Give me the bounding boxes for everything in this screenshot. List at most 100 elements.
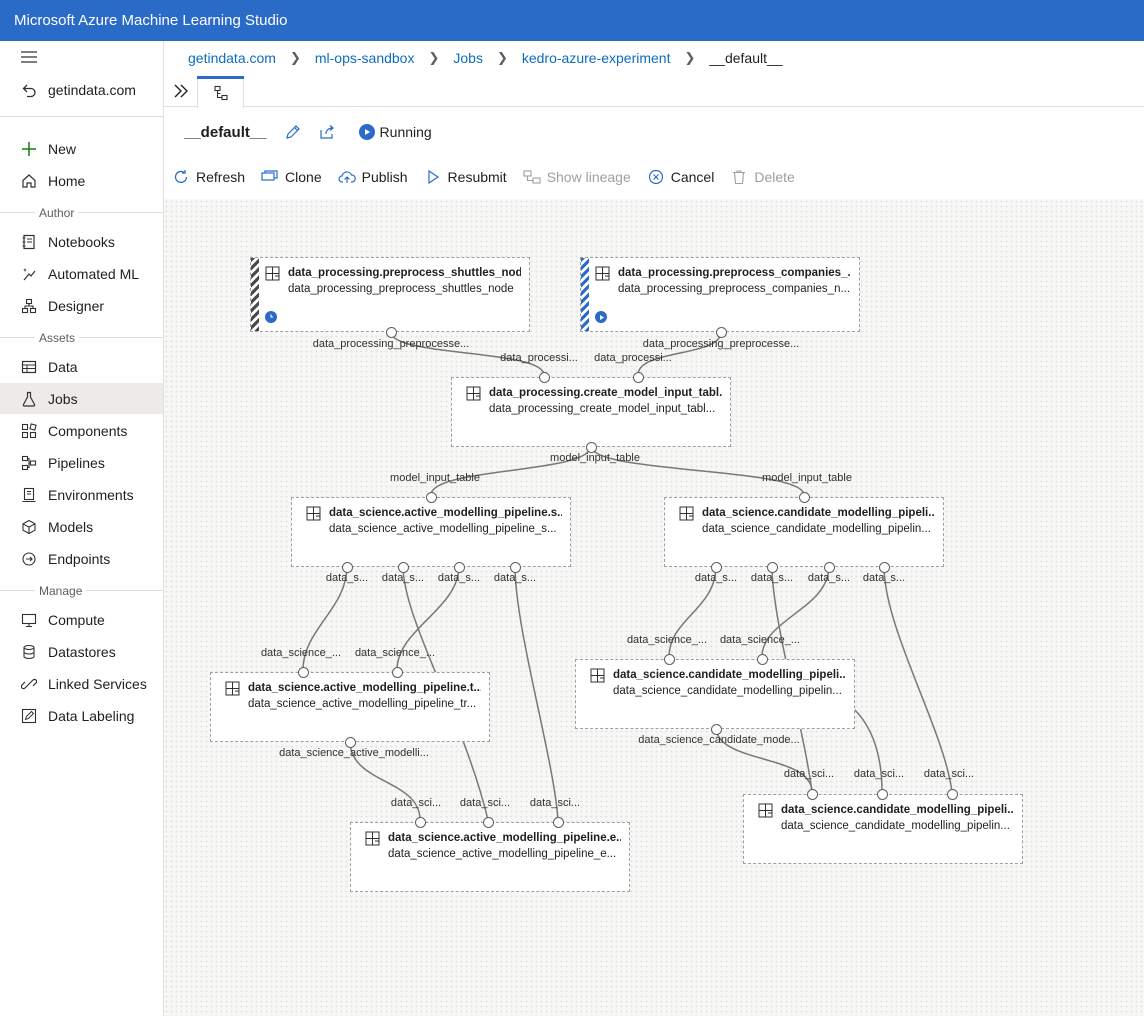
output-port[interactable] xyxy=(766,561,778,573)
sidebar-item-label: Linked Services xyxy=(48,675,147,692)
cloud-upload-icon xyxy=(338,168,356,186)
sidebar-item-label: Automated ML xyxy=(48,265,140,282)
sidebar-item-label: Pipelines xyxy=(48,454,105,471)
breadcrumb-experiment[interactable]: kedro-azure-experiment xyxy=(522,50,671,66)
breadcrumb-resource-group[interactable]: ml-ops-sandbox xyxy=(315,50,415,66)
sidebar-item-label: Data Labeling xyxy=(48,707,135,724)
edit-title-button[interactable] xyxy=(285,124,301,140)
output-port[interactable] xyxy=(344,736,356,748)
tab-graph[interactable] xyxy=(197,76,244,108)
pipeline-node-candidate-train[interactable]: data_science.candidate_modelling_pipeli.… xyxy=(575,659,855,729)
sidebar-item-notebooks[interactable]: Notebooks xyxy=(0,226,163,257)
node-subtitle: data_processing_create_model_input_tabl.… xyxy=(489,403,716,415)
output-port[interactable] xyxy=(878,561,890,573)
port-label: data_sci... xyxy=(923,768,975,780)
output-port[interactable] xyxy=(509,561,521,573)
input-port[interactable] xyxy=(414,816,426,828)
cancel-button[interactable]: Cancel xyxy=(647,168,714,186)
sidebar-divider xyxy=(0,212,163,213)
clone-button[interactable]: Clone xyxy=(261,168,322,186)
link-icon xyxy=(20,675,38,693)
port-label: data_sci... xyxy=(390,797,442,809)
pipeline-node-candidate-eval[interactable]: data_science.candidate_modelling_pipeli.… xyxy=(743,794,1023,864)
sidebar-item-jobs[interactable]: Jobs xyxy=(0,383,163,414)
pipeline-node-preprocess-shuttles[interactable]: data_processing.preprocess_shuttles_node… xyxy=(250,257,530,332)
input-port[interactable] xyxy=(297,666,309,678)
port-label: data_sci... xyxy=(783,768,835,780)
sidebar-back-workspace[interactable]: getindata.com xyxy=(0,74,163,105)
sidebar-item-designer[interactable]: Designer xyxy=(0,290,163,321)
output-port[interactable] xyxy=(715,326,727,338)
output-port[interactable] xyxy=(823,561,835,573)
pipeline-node-active-eval[interactable]: data_science.active_modelling_pipeline.e… xyxy=(350,822,630,892)
input-port[interactable] xyxy=(756,653,768,665)
delete-button[interactable]: Delete xyxy=(730,168,795,186)
input-port[interactable] xyxy=(538,371,550,383)
sidebar-item-models[interactable]: Models xyxy=(0,511,163,542)
output-port[interactable] xyxy=(453,561,465,573)
breadcrumb-workspace[interactable]: getindata.com xyxy=(188,50,276,66)
sidebar-item-new[interactable]: New xyxy=(0,133,163,164)
sidebar-item-pipelines[interactable]: Pipelines xyxy=(0,447,163,478)
sidebar-item-label: Datastores xyxy=(48,643,116,660)
components-icon xyxy=(20,422,38,440)
port-label: model_input_table xyxy=(390,472,480,484)
clock-icon xyxy=(265,311,277,323)
sidebar-item-automated-ml[interactable]: Automated ML xyxy=(0,258,163,289)
sidebar-item-endpoints[interactable]: Endpoints xyxy=(0,543,163,574)
input-port[interactable] xyxy=(552,816,564,828)
refresh-button[interactable]: Refresh xyxy=(172,168,245,186)
pipeline-node-active-train[interactable]: data_science.active_modelling_pipeline.t… xyxy=(210,672,490,742)
node-title: data_science.candidate_modelling_pipeli.… xyxy=(613,669,846,681)
node-subtitle: data_science_candidate_modelling_pipelin… xyxy=(781,820,1010,832)
show-lineage-button[interactable]: Show lineage xyxy=(523,168,631,186)
resubmit-button[interactable]: Resubmit xyxy=(424,168,507,186)
sidebar-item-datastores[interactable]: Datastores xyxy=(0,636,163,667)
port-label: data_sci... xyxy=(459,797,511,809)
sidebar-item-data-labeling[interactable]: Data Labeling xyxy=(0,700,163,731)
input-port[interactable] xyxy=(946,788,958,800)
input-port[interactable] xyxy=(632,371,644,383)
sidebar-item-components[interactable]: Components xyxy=(0,415,163,446)
sidebar-item-environments[interactable]: Environments xyxy=(0,479,163,510)
chevron-right-icon: ❯ xyxy=(496,49,508,65)
sidebar-item-compute[interactable]: Compute xyxy=(0,604,163,635)
home-icon xyxy=(20,172,38,190)
pipeline-graph-icon xyxy=(213,85,228,100)
show-lineage-label: Show lineage xyxy=(546,169,631,185)
output-port[interactable] xyxy=(585,441,597,453)
pipeline-node-create-model-input-table[interactable]: data_processing.create_model_input_tabl.… xyxy=(451,377,731,447)
pipeline-canvas[interactable]: data_processing.preprocess_shuttles_node… xyxy=(164,199,1144,1016)
sidebar-item-linked-services[interactable]: Linked Services xyxy=(0,668,163,699)
input-port[interactable] xyxy=(391,666,403,678)
data-icon xyxy=(20,358,38,376)
input-port[interactable] xyxy=(798,491,810,503)
app-title: Microsoft Azure Machine Learning Studio xyxy=(14,12,288,29)
sidebar-item-data[interactable]: Data xyxy=(0,351,163,382)
sidebar-item-label: Data xyxy=(48,358,78,375)
publish-button[interactable]: Publish xyxy=(338,168,408,186)
input-port[interactable] xyxy=(425,491,437,503)
input-port[interactable] xyxy=(806,788,818,800)
menu-toggle-button[interactable] xyxy=(0,41,163,72)
output-port[interactable] xyxy=(710,723,722,735)
input-port[interactable] xyxy=(876,788,888,800)
publish-label: Publish xyxy=(361,169,408,185)
pipeline-node-candidate-split[interactable]: data_science.candidate_modelling_pipeli.… xyxy=(664,497,944,567)
sidebar-item-label: Environments xyxy=(48,486,134,503)
pipeline-node-active-split[interactable]: data_science.active_modelling_pipeline.s… xyxy=(291,497,571,567)
sidebar-item-label: Designer xyxy=(48,297,105,314)
input-port[interactable] xyxy=(482,816,494,828)
sidebar-item-home[interactable]: Home xyxy=(0,165,163,196)
pipeline-node-preprocess-companies[interactable]: data_processing.preprocess_companies_...… xyxy=(580,257,860,332)
output-port[interactable] xyxy=(341,561,353,573)
input-port[interactable] xyxy=(663,653,675,665)
breadcrumb-jobs[interactable]: Jobs xyxy=(453,50,483,66)
expand-panel-button[interactable] xyxy=(170,80,192,102)
share-button[interactable] xyxy=(319,124,335,140)
port-label: data_sci... xyxy=(853,768,905,780)
lineage-icon xyxy=(523,168,541,186)
output-port[interactable] xyxy=(385,326,397,338)
output-port[interactable] xyxy=(710,561,722,573)
output-port[interactable] xyxy=(397,561,409,573)
